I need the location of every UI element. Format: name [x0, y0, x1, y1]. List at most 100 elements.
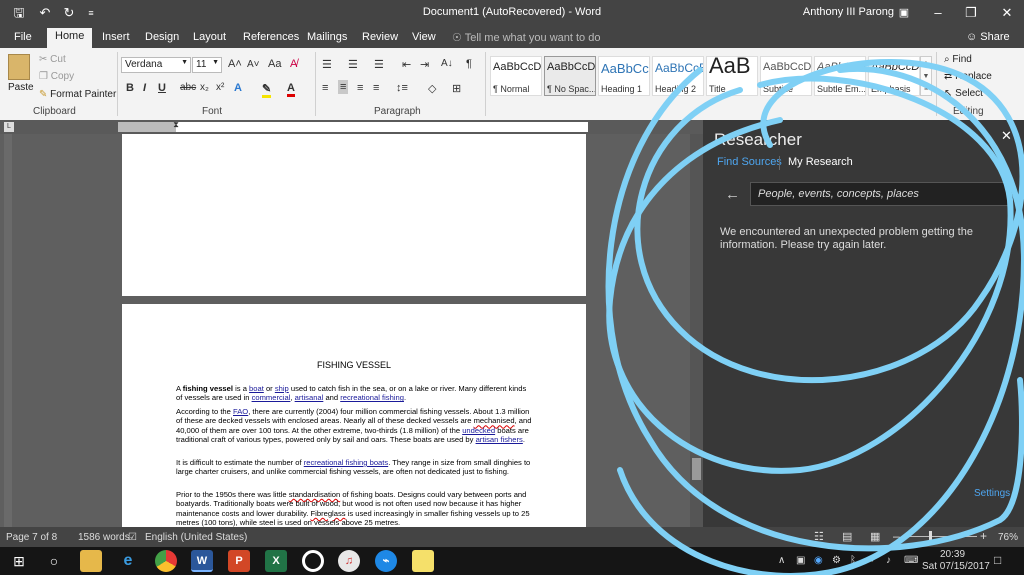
- tab-review[interactable]: Review: [354, 29, 406, 48]
- document-page-previous[interactable]: [122, 134, 586, 296]
- italic-button[interactable]: I: [143, 82, 146, 94]
- cut-button[interactable]: ✂ Cut: [39, 54, 66, 65]
- volume-icon[interactable]: ♪: [886, 555, 891, 566]
- increase-indent-icon[interactable]: ⇥: [420, 58, 429, 71]
- document-page-current[interactable]: FISHING VESSEL A fishing vessel is a boa…: [122, 304, 586, 527]
- justify-icon[interactable]: ≡: [373, 82, 379, 94]
- cortana-icon[interactable]: ○: [43, 550, 65, 572]
- share-button[interactable]: ☺ Share: [966, 31, 1010, 43]
- font-size-dropdown[interactable]: 11 ▼: [192, 57, 222, 73]
- read-mode-icon[interactable]: ☷: [814, 530, 824, 543]
- copy-button[interactable]: ❐ Copy: [39, 71, 74, 82]
- select-button[interactable]: ↖ Select: [944, 88, 983, 99]
- sort-icon[interactable]: A↓: [441, 58, 453, 69]
- tab-design[interactable]: Design: [137, 29, 187, 48]
- windows-start-icon[interactable]: ⊞: [8, 550, 30, 572]
- messenger-icon[interactable]: ⌁: [375, 550, 397, 572]
- edge-browser-icon[interactable]: e: [117, 550, 139, 572]
- shrink-font-icon[interactable]: A˅: [247, 59, 260, 70]
- superscript-button[interactable]: x²: [216, 82, 224, 93]
- align-right-icon[interactable]: ≡: [357, 82, 363, 94]
- word-count[interactable]: 1586 words: [78, 532, 130, 543]
- indent-marker-icon[interactable]: ⧗: [172, 120, 180, 134]
- wifi-icon[interactable]: ≈: [868, 555, 874, 566]
- tab-insert[interactable]: Insert: [94, 29, 138, 48]
- zoom-out-icon[interactable]: –: [893, 529, 900, 543]
- borders-icon[interactable]: ⊞: [452, 82, 461, 95]
- line-spacing-icon[interactable]: ↕≡: [396, 82, 408, 94]
- tab-layout[interactable]: Layout: [185, 29, 234, 48]
- styles-scroll[interactable]: ▲ ▼ ≡: [920, 56, 932, 96]
- strikethrough-button[interactable]: abc: [180, 82, 196, 93]
- settings-link[interactable]: Settings: [974, 488, 1010, 499]
- bullets-icon[interactable]: ☰: [322, 58, 332, 71]
- itunes-icon[interactable]: ♫: [338, 550, 360, 572]
- style-option-1[interactable]: AaBbCcDc ¶ Normal: [490, 56, 542, 96]
- shading-icon[interactable]: ◇: [428, 82, 436, 95]
- pane-close-icon[interactable]: ✕: [1001, 128, 1012, 144]
- page-count[interactable]: Page 7 of 8: [6, 532, 57, 543]
- align-left-icon[interactable]: ≡: [322, 82, 328, 94]
- format-painter-button[interactable]: ✎ Format Painter: [39, 89, 116, 100]
- font-name-dropdown[interactable]: Verdana ▼: [121, 57, 191, 73]
- tray-overflow-icon[interactable]: ∧: [778, 555, 785, 566]
- clock-date[interactable]: Sat 07/15/2017: [922, 561, 990, 572]
- file-explorer-icon[interactable]: [80, 550, 102, 572]
- zoom-slider-thumb[interactable]: [929, 531, 932, 542]
- tab-find-sources[interactable]: Find Sources: [717, 156, 782, 168]
- style-option-5[interactable]: AaB Title: [706, 53, 758, 96]
- horizontal-ruler[interactable]: L ⧗: [0, 120, 703, 134]
- tab-mailings[interactable]: Mailings: [299, 29, 355, 48]
- style-option-6[interactable]: AaBbCcD Subtitle: [760, 56, 812, 96]
- user-name[interactable]: Anthony III Parong: [803, 6, 894, 18]
- zoom-level[interactable]: 76%: [998, 532, 1018, 543]
- tab-view[interactable]: View: [404, 29, 444, 48]
- zoom-in-icon[interactable]: +: [980, 529, 987, 543]
- align-center-icon[interactable]: ≡: [338, 80, 349, 94]
- web-layout-icon[interactable]: ▦: [870, 530, 880, 543]
- style-option-3[interactable]: AaBbCc Heading 1: [598, 56, 650, 96]
- decrease-indent-icon[interactable]: ⇤: [402, 58, 411, 71]
- paste-button[interactable]: Paste: [8, 82, 34, 93]
- powerpoint-icon[interactable]: P: [228, 550, 250, 572]
- groove-music-icon[interactable]: [302, 550, 324, 572]
- excel-icon[interactable]: X: [265, 550, 287, 572]
- show-formatting-marks-icon[interactable]: ¶: [466, 58, 472, 70]
- highlight-icon[interactable]: ✎: [262, 82, 272, 98]
- multilevel-list-icon[interactable]: ☰: [374, 58, 384, 71]
- sticky-notes-icon[interactable]: [412, 550, 434, 572]
- print-layout-icon[interactable]: ▤: [842, 530, 852, 543]
- bluetooth-icon[interactable]: ᛒ: [850, 555, 856, 566]
- tab-my-research[interactable]: My Research: [788, 156, 853, 168]
- word-icon[interactable]: W: [191, 550, 213, 572]
- scrollbar-thumb[interactable]: [692, 458, 701, 480]
- numbering-icon[interactable]: ☰: [348, 58, 358, 71]
- back-arrow-icon[interactable]: ←: [725, 186, 740, 203]
- subscript-button[interactable]: x₂: [200, 82, 209, 93]
- tray-app-icon-2[interactable]: ⚙: [832, 555, 841, 566]
- underline-button[interactable]: U: [158, 82, 166, 94]
- clock-time[interactable]: 20:39: [940, 549, 965, 560]
- replace-button[interactable]: ⇄ Replace: [944, 71, 992, 82]
- minimize-button[interactable]: –: [927, 3, 949, 23]
- input-indicator-icon[interactable]: ⌨: [904, 555, 918, 566]
- close-button[interactable]: ✕: [996, 3, 1018, 23]
- research-search-input[interactable]: People, events, concepts, places: [750, 182, 1010, 206]
- chrome-icon[interactable]: [155, 550, 177, 572]
- style-option-2[interactable]: AaBbCcDc ¶ No Spac...: [544, 56, 596, 96]
- paste-icon[interactable]: [8, 54, 30, 80]
- language-indicator[interactable]: English (United States): [145, 532, 247, 543]
- proofing-icon[interactable]: ☑: [128, 532, 137, 543]
- zoom-slider[interactable]: [903, 536, 977, 537]
- style-option-8[interactable]: AaBbCcDc Emphasis: [868, 56, 920, 96]
- pane-options-icon[interactable]: ▼: [971, 132, 980, 142]
- change-case-icon[interactable]: Aa: [268, 58, 281, 70]
- tell-me-search[interactable]: ☉ Tell me what you want to do: [452, 31, 600, 44]
- bold-button[interactable]: B: [126, 82, 134, 94]
- tab-references[interactable]: References: [235, 29, 307, 48]
- tray-app-icon[interactable]: ▣: [796, 555, 805, 566]
- grow-font-icon[interactable]: A˄: [228, 58, 242, 70]
- action-center-icon[interactable]: □: [994, 553, 1001, 567]
- find-button[interactable]: ⌕ Find: [944, 54, 972, 65]
- font-color-icon[interactable]: A: [287, 82, 295, 97]
